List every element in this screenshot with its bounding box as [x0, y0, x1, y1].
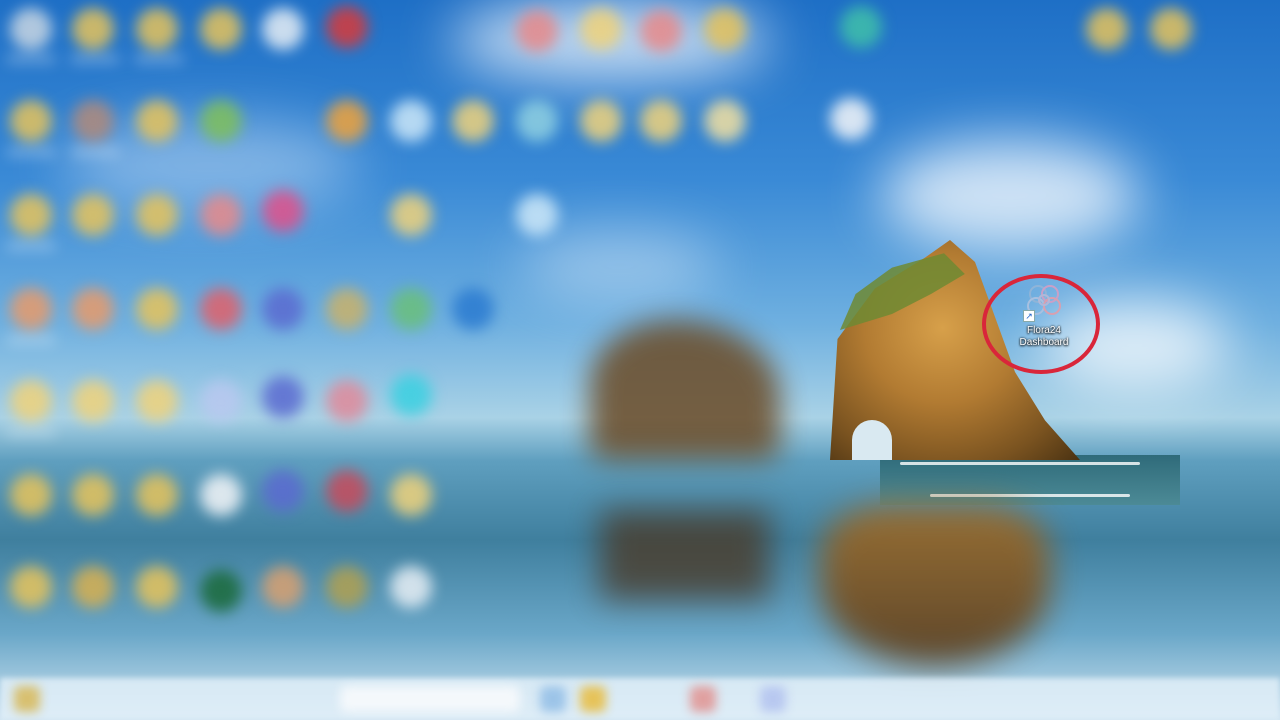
blurred-icon-label	[6, 336, 56, 344]
shortcut-label: Flora24 Dashboard	[1010, 325, 1078, 349]
blurred-icon-label	[134, 55, 184, 63]
blurred-desktop-icon[interactable]	[390, 288, 432, 330]
blurred-desktop-icon[interactable]	[1150, 8, 1192, 50]
blurred-desktop-icon[interactable]	[10, 194, 52, 236]
blurred-desktop-icon[interactable]	[516, 194, 558, 236]
taskbar-search-box[interactable]	[340, 686, 520, 712]
blurred-desktop-icon[interactable]	[72, 474, 114, 516]
blurred-desktop-icon[interactable]	[326, 566, 368, 608]
blurred-icon-label	[70, 55, 120, 63]
blurred-desktop-icons	[0, 0, 1280, 720]
blurred-desktop-icon[interactable]	[10, 474, 52, 516]
blurred-desktop-icon[interactable]	[326, 6, 368, 48]
blurred-icon-label	[70, 148, 120, 156]
blurred-icon-label	[6, 242, 56, 250]
blurred-desktop-icon[interactable]	[640, 10, 682, 52]
taskbar[interactable]	[0, 678, 1280, 720]
blurred-desktop-icon[interactable]	[262, 288, 304, 330]
taskbar-app-icon[interactable]	[690, 686, 716, 712]
blurred-desktop-icon[interactable]	[580, 100, 622, 142]
blurred-desktop-icon[interactable]	[840, 6, 882, 48]
blurred-desktop-icon[interactable]	[326, 380, 368, 422]
blurred-desktop-icon[interactable]	[262, 376, 304, 418]
shortcut-label-line1: Flora24	[1027, 325, 1061, 336]
blurred-desktop-icon[interactable]	[136, 100, 178, 142]
taskbar-start-icon[interactable]	[14, 686, 40, 712]
blurred-desktop-icon[interactable]	[10, 288, 52, 330]
blurred-desktop-icon[interactable]	[200, 380, 242, 422]
blurred-desktop-icon[interactable]	[452, 100, 494, 142]
blurred-desktop-icon[interactable]	[326, 100, 368, 142]
blurred-desktop-icon[interactable]	[72, 8, 114, 50]
shortcut-arrow-icon: ↗	[1023, 310, 1035, 322]
blurred-desktop-icon[interactable]	[326, 288, 368, 330]
blurred-desktop-icon[interactable]	[72, 100, 114, 142]
blurred-desktop-icon[interactable]	[200, 474, 242, 516]
flora24-dashboard-shortcut[interactable]: ↗ Flora24 Dashboard	[1010, 282, 1078, 362]
blurred-desktop-icon[interactable]	[136, 474, 178, 516]
blurred-icon-label	[6, 55, 56, 63]
blurred-desktop-icon[interactable]	[262, 8, 304, 50]
flora-flower-icon: ↗	[1023, 282, 1065, 322]
blurred-desktop-icon[interactable]	[72, 288, 114, 330]
blurred-desktop-icon[interactable]	[830, 98, 872, 140]
blurred-desktop-icon[interactable]	[200, 288, 242, 330]
blurred-desktop-icon[interactable]	[516, 10, 558, 52]
blurred-desktop-icon[interactable]	[136, 288, 178, 330]
blurred-desktop-icon[interactable]	[390, 194, 432, 236]
blurred-desktop-icon[interactable]	[262, 566, 304, 608]
taskbar-app-icon[interactable]	[580, 686, 606, 712]
taskbar-app-icon[interactable]	[760, 686, 786, 712]
blurred-desktop-icon[interactable]	[516, 100, 558, 142]
blurred-desktop-icon[interactable]	[200, 570, 242, 612]
blurred-desktop-icon[interactable]	[200, 100, 242, 142]
desktop: ↗ Flora24 Dashboard	[0, 0, 1280, 720]
blurred-desktop-icon[interactable]	[200, 194, 242, 236]
blurred-desktop-icon[interactable]	[262, 470, 304, 512]
blurred-desktop-icon[interactable]	[704, 8, 746, 50]
blurred-desktop-icon[interactable]	[72, 380, 114, 422]
blurred-desktop-icon[interactable]	[72, 194, 114, 236]
blurred-desktop-icon[interactable]	[390, 566, 432, 608]
blurred-desktop-icon[interactable]	[200, 8, 242, 50]
blurred-desktop-icon[interactable]	[136, 380, 178, 422]
blurred-desktop-icon[interactable]	[390, 100, 432, 142]
blurred-desktop-icon[interactable]	[10, 566, 52, 608]
blurred-desktop-icon[interactable]	[452, 288, 494, 330]
blurred-desktop-icon[interactable]	[262, 190, 304, 232]
blurred-desktop-icon[interactable]	[136, 8, 178, 50]
blurred-desktop-icon[interactable]	[390, 474, 432, 516]
blurred-icon-label	[6, 148, 56, 156]
blurred-desktop-icon[interactable]	[580, 8, 622, 50]
blurred-icon-label	[6, 428, 56, 436]
shortcut-label-line2: Dashboard	[1019, 337, 1069, 348]
blurred-desktop-icon[interactable]	[704, 100, 746, 142]
blurred-desktop-icon[interactable]	[10, 380, 52, 422]
blurred-desktop-icon[interactable]	[10, 8, 52, 50]
blurred-desktop-icon[interactable]	[640, 100, 682, 142]
blurred-desktop-icon[interactable]	[326, 470, 368, 512]
blurred-desktop-icon[interactable]	[136, 194, 178, 236]
blurred-desktop-icon[interactable]	[72, 566, 114, 608]
blurred-desktop-icon[interactable]	[10, 100, 52, 142]
taskbar-app-icon[interactable]	[540, 686, 566, 712]
blurred-desktop-icon[interactable]	[1086, 8, 1128, 50]
blurred-desktop-icon[interactable]	[136, 566, 178, 608]
blurred-desktop-icon[interactable]	[390, 374, 432, 416]
